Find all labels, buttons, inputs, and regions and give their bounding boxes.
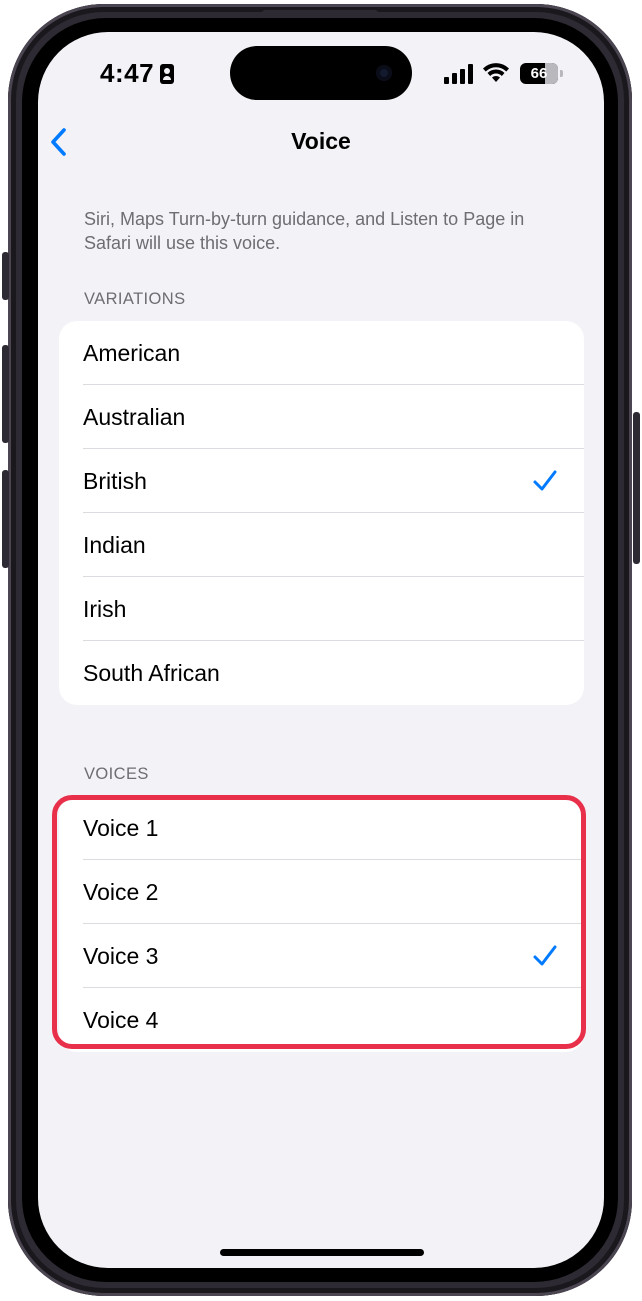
volume-up-button [2,345,9,443]
variations-header: VARIATIONS [84,290,186,308]
status-time: 4:47 [100,58,155,88]
voice-3[interactable]: Voice 3 [59,924,584,988]
row-label: American [83,340,181,366]
page-title: Voice [291,128,351,154]
voice-1[interactable]: Voice 1 [59,796,584,860]
navigation-bar: Voice [38,120,604,164]
voices-header: VOICES [84,765,149,783]
variation-british[interactable]: British [59,449,584,513]
variation-south-african[interactable]: South African [59,641,584,705]
row-label: Indian [83,532,146,558]
variations-list: American Australian British Indian Irish… [59,321,584,705]
status-bar: 4:47 66 [38,32,604,116]
action-button [2,252,9,300]
voice-4[interactable]: Voice 4 [59,988,584,1052]
screen: 4:47 66 Voice Siri, Maps Turn-by-turn gu… [38,32,604,1268]
home-indicator[interactable] [220,1249,424,1256]
row-label: Irish [83,596,127,622]
id-card-icon [160,64,174,84]
variation-australian[interactable]: Australian [59,385,584,449]
checkmark-icon [533,945,557,966]
battery-icon: 66 [520,63,558,84]
row-label: Voice 3 [83,943,159,969]
volume-down-button [2,470,9,568]
signal-icon [444,64,474,84]
row-label: Australian [83,404,186,430]
dynamic-island [230,46,412,100]
variation-indian[interactable]: Indian [59,513,584,577]
variation-american[interactable]: American [59,321,584,385]
variation-irish[interactable]: Irish [59,577,584,641]
wifi-icon [483,63,509,82]
row-label: British [83,468,147,494]
battery-nub [560,70,563,77]
row-label: Voice 2 [83,879,159,905]
power-button [633,412,640,564]
voice-description: Siri, Maps Turn-by-turn guidance, and Li… [84,209,525,253]
checkmark-icon [533,470,557,491]
voices-list: Voice 1 Voice 2 Voice 3 Voice 4 [59,796,584,1052]
row-label: Voice 1 [83,815,159,841]
voice-2[interactable]: Voice 2 [59,860,584,924]
row-label: Voice 4 [83,1007,159,1033]
battery-level: 66 [530,65,548,82]
front-camera [376,65,392,81]
row-label: South African [83,660,220,686]
top-speaker [262,10,378,16]
